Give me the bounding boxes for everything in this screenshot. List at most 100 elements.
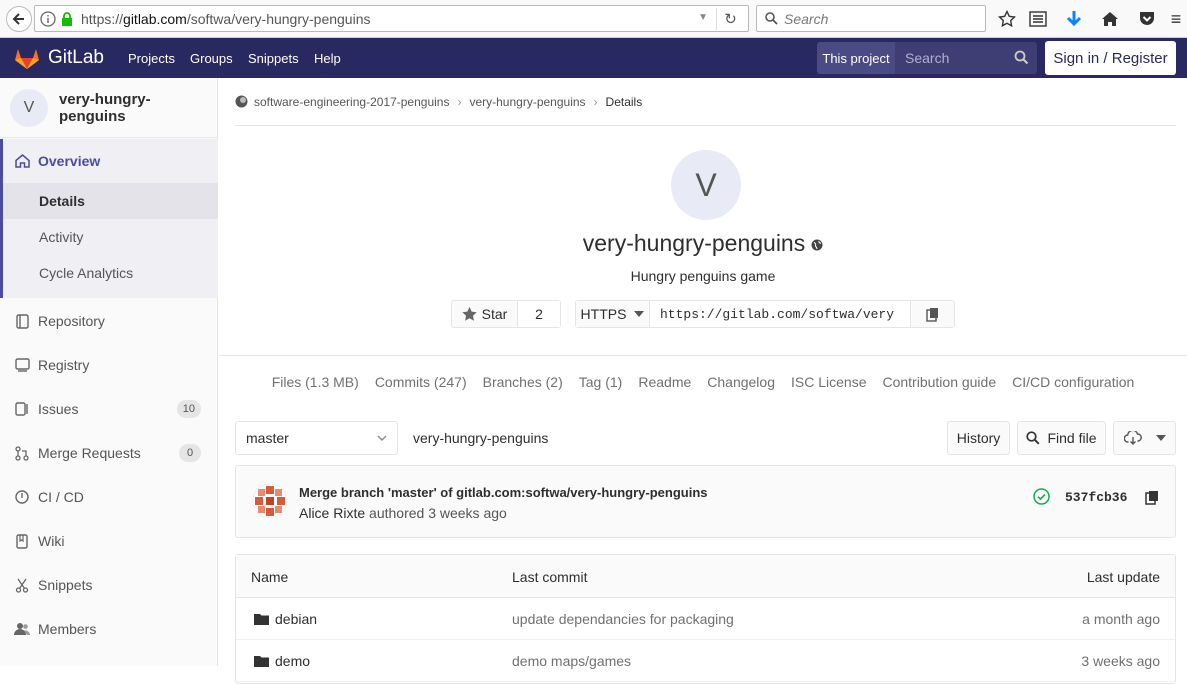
sidebar-item-overview[interactable]: Overview [0,141,218,181]
stat-commits[interactable]: Commits (247) [375,374,467,390]
url-dropdown-icon[interactable]: ▼ [698,12,708,23]
sidebar-item-snippets[interactable]: Snippets [0,565,218,605]
file-last-commit[interactable]: demo maps/games [512,640,631,682]
file-last-update: a month ago [1082,611,1160,627]
url-text: https://gitlab.com/softwa/very-hungry-pe… [81,10,371,27]
nav-groups[interactable]: Groups [190,38,233,78]
file-tree-table: Name Last commit Last update debian upda… [235,554,1176,684]
users-icon [14,621,30,637]
branch-name: master [246,430,289,446]
star-icon [461,307,477,321]
tree-path[interactable]: very-hungry-penguins [413,430,548,446]
protocol-dropdown[interactable]: HTTPS [576,301,650,327]
file-last-commit[interactable]: update dependancies for packaging [512,598,734,640]
download-button[interactable] [1113,421,1176,455]
breadcrumb-current[interactable]: Details [606,95,643,109]
branch-selector[interactable]: master [235,421,398,455]
stat-files[interactable]: Files (1.3 MB) [272,374,359,390]
sidebar-item-members[interactable]: Members [0,609,218,649]
project-title-text: very-hungry-penguins [582,230,806,256]
stat-contribution-guide[interactable]: Contribution guide [882,374,996,390]
reader-list-icon[interactable] [1027,8,1049,30]
star-count[interactable]: 2 [518,301,560,327]
commit-author[interactable]: Alice Rixte [299,505,365,521]
sidebar-item-ci-cd[interactable]: CI / CD [0,477,218,517]
stat-branches[interactable]: Branches (2) [483,374,563,390]
sidebar-item-merge-requests[interactable]: Merge Requests 0 [0,433,218,473]
file-name: debian [275,611,318,627]
chevron-right-icon: › [457,94,462,109]
sidebar-project-header[interactable]: V very-hungry-penguins [0,78,217,138]
commit-title[interactable]: Merge branch 'master' of gitlab.com:soft… [299,485,708,500]
stat-changelog[interactable]: Changelog [707,374,775,390]
nav-snippets[interactable]: Snippets [248,38,299,78]
browser-search-input[interactable]: Search [756,5,986,32]
file-name-cell[interactable]: demo [254,640,310,682]
public-globe-icon [811,239,823,251]
nav-help[interactable]: Help [314,38,341,78]
stat-license[interactable]: ISC License [791,374,866,390]
reload-icon[interactable]: ↻ [716,8,744,30]
find-file-button[interactable]: Find file [1017,421,1106,455]
header-name: Name [251,568,289,585]
download-icon[interactable] [1063,8,1085,30]
stat-tags[interactable]: Tag (1) [579,374,623,390]
table-row[interactable]: demo demo maps/games 3 weeks ago [236,640,1175,682]
header-last-commit: Last commit [512,568,588,585]
copy-url-button[interactable] [910,301,954,327]
project-description: Hungry penguins game [630,268,776,284]
caret-down-icon [634,311,645,317]
sidebar-item-label: Repository [38,313,105,329]
sidebar-item-registry[interactable]: Registry [0,345,218,385]
search-icon [1026,431,1040,445]
sidebar-item-issues[interactable]: Issues 10 [0,389,218,429]
clone-url-input[interactable]: https://gitlab.com/softwa/very [650,301,910,327]
menu-icon[interactable]: ≡ [1165,8,1187,30]
sidebar-item-repository[interactable]: Repository [0,301,218,341]
sidebar-item-label: CI / CD [38,489,84,505]
pocket-icon[interactable] [1136,8,1158,30]
history-button[interactable]: History [947,421,1010,455]
star-button[interactable]: Star [452,301,518,327]
chevron-right-icon: › [593,94,598,109]
url-bar[interactable]: https://gitlab.com/softwa/very-hungry-pe… [34,5,749,32]
arrow-left-icon [12,13,24,25]
pipeline-success-icon[interactable] [1033,488,1050,505]
browser-toolbar: https://gitlab.com/softwa/very-hungry-pe… [0,0,1187,38]
bookmark-star-icon[interactable] [996,8,1018,30]
sidebar-item-cycle-analytics[interactable]: Cycle Analytics [3,255,218,291]
home-icon[interactable] [1099,8,1121,30]
sidebar-item-activity[interactable]: Activity [3,219,218,255]
sign-in-button[interactable]: Sign in / Register [1045,41,1176,75]
breadcrumb-project[interactable]: very-hungry-penguins [469,95,585,109]
breadcrumb-group[interactable]: software-engineering-2017-penguins [254,95,449,109]
sidebar-item-label: Members [38,621,97,637]
project-title: very-hungry-penguins [219,230,1187,257]
gitlab-logo[interactable]: GitLab [14,46,104,70]
main-content: software-engineering-2017-penguins › ver… [219,78,1187,684]
this-project-scope[interactable]: This project [817,42,895,74]
commit-sha[interactable]: 537fcb36 [1065,490,1127,505]
stat-ci-cd-config[interactable]: CI/CD configuration [1012,374,1134,390]
info-icon[interactable] [39,10,57,28]
copy-sha-icon[interactable] [1145,490,1159,505]
cloud-download-icon [1123,431,1142,445]
nav-projects[interactable]: Projects [128,38,175,78]
project-sidebar: V very-hungry-penguins Overview Details … [0,78,218,666]
sidebar-item-label: Issues [38,401,79,417]
book-icon [14,313,30,329]
table-row[interactable]: debian update dependancies for packaging… [236,598,1175,640]
file-name-cell[interactable]: debian [254,598,317,640]
issues-count-badge: 10 [176,400,201,418]
scissors-icon [14,577,30,593]
author-avatar[interactable] [252,483,288,519]
sidebar-item-details[interactable]: Details [3,183,218,219]
header-last-update: Last update [1086,568,1160,585]
project-stats: Files (1.3 MB) Commits (247) Branches (2… [219,374,1187,390]
folder-icon [254,656,269,667]
stat-readme[interactable]: Readme [638,374,691,390]
sidebar-item-wiki[interactable]: Wiki [0,521,218,561]
project-avatar: V [671,150,741,220]
search-input[interactable]: Search [895,42,1037,74]
back-button[interactable] [6,6,32,32]
